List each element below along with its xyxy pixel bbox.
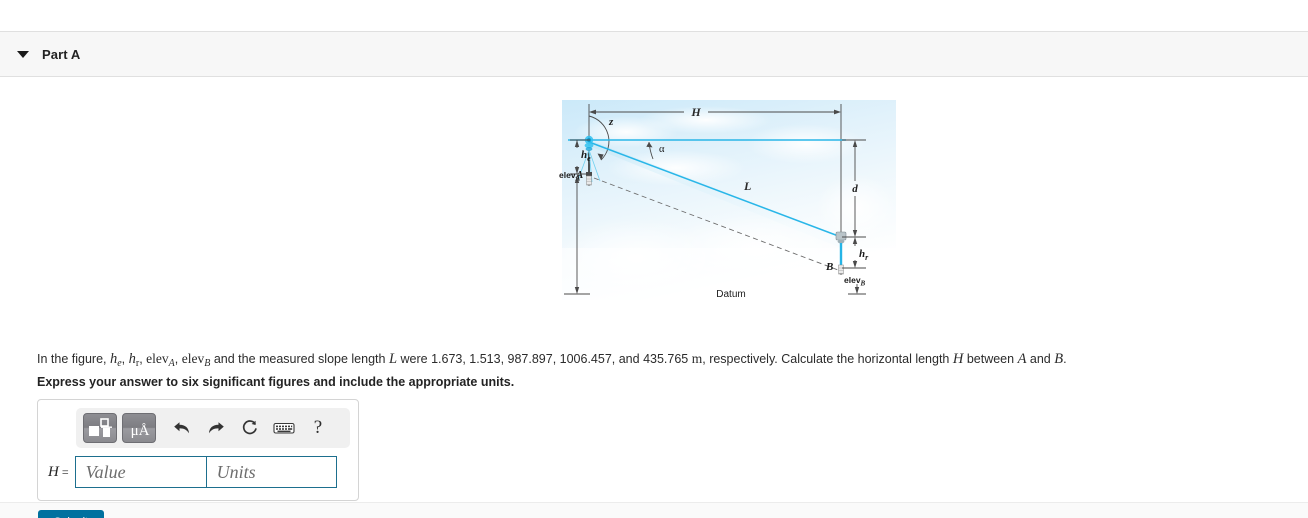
question-statement: In the figure, he, hr, elevA, elevB and … xyxy=(37,350,1277,373)
symbol-H: H xyxy=(952,351,964,367)
question-prefix: In the figure, xyxy=(37,352,110,366)
symbol-unit-m: m xyxy=(691,351,703,366)
figure-label-he-sub: e xyxy=(587,154,591,163)
figure-label-elevA: elev xyxy=(559,170,576,180)
caret-down-icon[interactable] xyxy=(16,47,30,61)
question-period: . xyxy=(1063,352,1067,366)
figure-label-H: H xyxy=(690,105,701,119)
undo-arrow-icon[interactable] xyxy=(167,413,197,443)
answer-panel: μÅ ? H = Value Units xyxy=(37,399,359,501)
help-question-icon[interactable]: ? xyxy=(303,413,333,443)
figure-label-d: d xyxy=(852,183,858,195)
figure-label-B: B xyxy=(825,261,833,273)
question-values: were 1.673, 1.513, 987.897, 1006.457, an… xyxy=(397,352,692,366)
micro-angstrom-units-icon[interactable]: μÅ xyxy=(122,413,156,443)
svg-text:μÅ: μÅ xyxy=(131,423,150,439)
answer-instruction: Express your answer to six significant f… xyxy=(37,375,515,389)
figure-label-alpha: α xyxy=(659,144,665,155)
units-input[interactable] xyxy=(205,456,337,488)
figure-label-datum: Datum xyxy=(716,289,745,300)
question-tail: , respectively. Calculate the horizontal… xyxy=(702,352,953,366)
question-mid: and the measured slope length xyxy=(210,352,389,366)
figure-label-z: z xyxy=(608,116,614,128)
figure-label-elevB: elev xyxy=(844,275,861,285)
part-header[interactable]: Part A xyxy=(0,31,1308,77)
submit-strip xyxy=(0,502,1308,518)
submit-button[interactable]: Submit xyxy=(38,510,104,518)
question-between: between xyxy=(963,352,1018,366)
figure-label-elevA-sub: A xyxy=(575,175,581,183)
keyboard-icon[interactable] xyxy=(269,413,299,443)
value-input[interactable] xyxy=(74,456,206,488)
surveying-figure: H z L α A B he elevA d hr elevB Datum xyxy=(556,98,901,310)
symbol-elev-b: elev xyxy=(181,351,205,366)
question-sep-1: , xyxy=(121,352,129,366)
symbol-L: L xyxy=(388,351,398,367)
math-toolbar: μÅ ? xyxy=(76,408,350,448)
symbol-B: B xyxy=(1054,351,1064,367)
math-template-icon[interactable] xyxy=(83,413,117,443)
page-title: Part A xyxy=(42,46,81,62)
problem-page: Part A H z L α A B he elevA d hr elevB D… xyxy=(0,0,1308,518)
reset-circular-arrow-icon[interactable] xyxy=(235,413,265,443)
answer-variable-label: H = xyxy=(48,463,69,480)
question-and: and xyxy=(1026,352,1055,366)
symbol-elev-a: elev xyxy=(146,351,169,366)
figure-label-L: L xyxy=(743,179,751,193)
figure-label-elevB-sub: B xyxy=(860,280,866,288)
symbol-hr: h xyxy=(128,351,136,367)
redo-arrow-icon[interactable] xyxy=(201,413,231,443)
answer-input-row: H = xyxy=(48,456,337,488)
question-sep-3: , xyxy=(174,352,182,366)
